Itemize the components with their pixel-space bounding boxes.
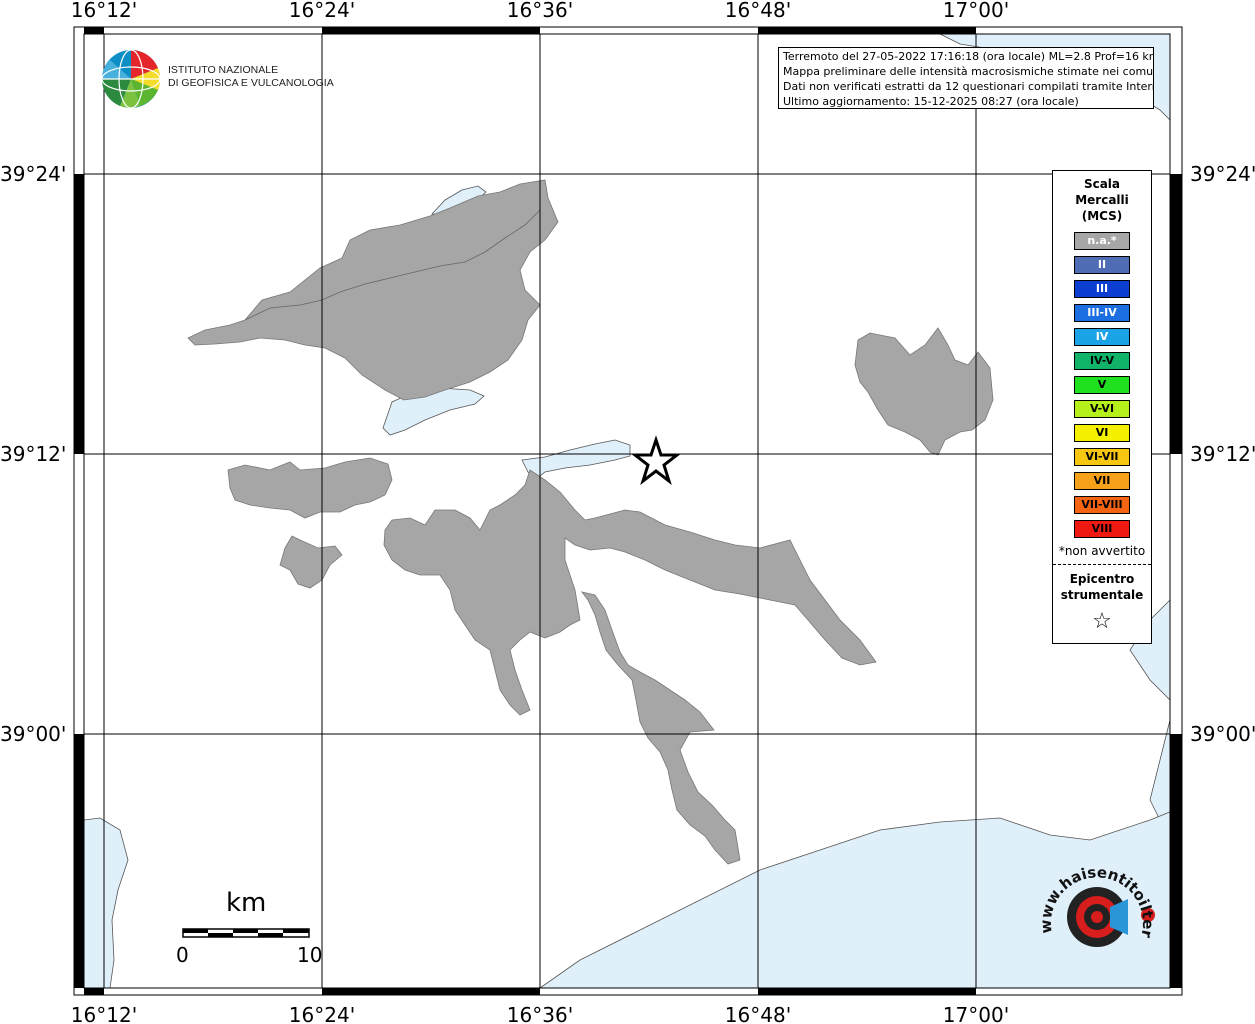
legend-note: *non avvertito xyxy=(1058,544,1146,558)
legend-epicenter-line-2: strumentale xyxy=(1060,588,1144,602)
legend-title-line-1: Scala xyxy=(1083,177,1121,191)
event-info-box: Terremoto del 27-05-2022 17:16:18 (ora l… xyxy=(778,47,1154,109)
lon-tick-bottom: 16°24' xyxy=(289,1003,355,1024)
lon-tick-bottom: 16°36' xyxy=(507,1003,573,1024)
lon-tick-bottom: 16°12' xyxy=(71,1003,137,1024)
lon-tick-bottom: 17°00' xyxy=(943,1003,1009,1024)
legend-swatch-item: VIII xyxy=(1074,520,1130,538)
scale-unit: km xyxy=(226,888,267,918)
lat-tick-right: 39°12' xyxy=(1190,442,1255,466)
info-line-map: Mappa preliminare delle intensità macros… xyxy=(783,65,1154,78)
info-line-data: Dati non verificati estratti da 12 quest… xyxy=(783,80,1154,93)
longitude-labels-bottom: 16°12' 16°24' 16°36' 16°48' 17°00' xyxy=(71,1003,1009,1024)
legend-title-line-3: (MCS) xyxy=(1081,209,1123,223)
legend-swatch-item: V xyxy=(1074,376,1130,394)
lon-tick-top: 17°00' xyxy=(943,0,1009,22)
legend-swatch-item: III xyxy=(1074,280,1130,298)
scale-bar: km 0 10 xyxy=(170,888,330,968)
legend-swatch-item: VI-VII xyxy=(1074,448,1130,466)
legend-items: n.a.* II III III-IV IV IV-V V V-VI VI VI-VII VII VI… xyxy=(1053,232,1151,538)
legend-epicenter-line-1: Epicentro xyxy=(1069,572,1135,586)
lat-tick-left: 39°00' xyxy=(0,722,66,746)
lon-tick-top: 16°24' xyxy=(289,0,355,22)
mcs-legend: Scala Mercalli (MCS) n.a.* II III III-IV IV I… xyxy=(1052,170,1152,644)
legend-swatch-item: IV-V xyxy=(1074,352,1130,370)
legend-epicenter-label: Epicentro strumentale xyxy=(1053,571,1151,603)
scale-left-label: 0 xyxy=(176,943,189,967)
ingv-line-2: DI GEOFISICA E VULCANOLOGIA xyxy=(168,77,334,89)
legend-title-line-2: Mercalli xyxy=(1075,193,1129,207)
legend-swatch-item: IV xyxy=(1074,328,1130,346)
lat-tick-left: 39°24' xyxy=(0,162,66,186)
scale-right-label: 10 xyxy=(297,943,323,967)
lon-tick-bottom: 16°48' xyxy=(725,1003,791,1024)
latitude-labels-left: 39°24' 39°12' 39°00' xyxy=(0,162,66,746)
legend-swatch-item: n.a.* xyxy=(1074,232,1130,250)
legend-title: Scala Mercalli (MCS) xyxy=(1053,176,1151,224)
legend-swatch-item: VII-VIII xyxy=(1074,496,1130,514)
legend-swatch-item: III-IV xyxy=(1074,304,1130,322)
ingv-logo-text: ISTITUTO NAZIONALE DI GEOFISICA E VULCAN… xyxy=(168,64,334,90)
latitude-labels-right: 39°24' 39°12' 39°00' xyxy=(1190,162,1255,746)
lon-tick-top: 16°48' xyxy=(725,0,791,22)
lat-tick-right: 39°24' xyxy=(1190,162,1255,186)
lat-tick-left: 39°12' xyxy=(0,442,66,466)
legend-swatch-item: V-VI xyxy=(1074,400,1130,418)
legend-swatch-item: VI xyxy=(1074,424,1130,442)
longitude-labels-top: 16°12' 16°24' 16°36' 16°48' 17°00' xyxy=(71,0,1009,22)
ingv-line-1: ISTITUTO NAZIONALE xyxy=(168,64,279,76)
scale-bar-ruler xyxy=(182,928,310,938)
lon-tick-top: 16°12' xyxy=(71,0,137,22)
legend-star-icon: ☆ xyxy=(1092,609,1112,634)
hsit-logo: www.haisentitoilterremoto.it xyxy=(1030,855,1157,947)
info-line-update: Ultimo aggiornamento: 15-12-2025 08:27 (… xyxy=(783,95,1079,108)
lon-tick-top: 16°36' xyxy=(507,0,573,22)
info-line-event: Terremoto del 27-05-2022 17:16:18 (ora l… xyxy=(783,50,1154,63)
legend-swatch-item: II xyxy=(1074,256,1130,274)
legend-swatch-item: VII xyxy=(1074,472,1130,490)
lat-tick-right: 39°00' xyxy=(1190,722,1255,746)
legend-separator xyxy=(1053,564,1151,565)
